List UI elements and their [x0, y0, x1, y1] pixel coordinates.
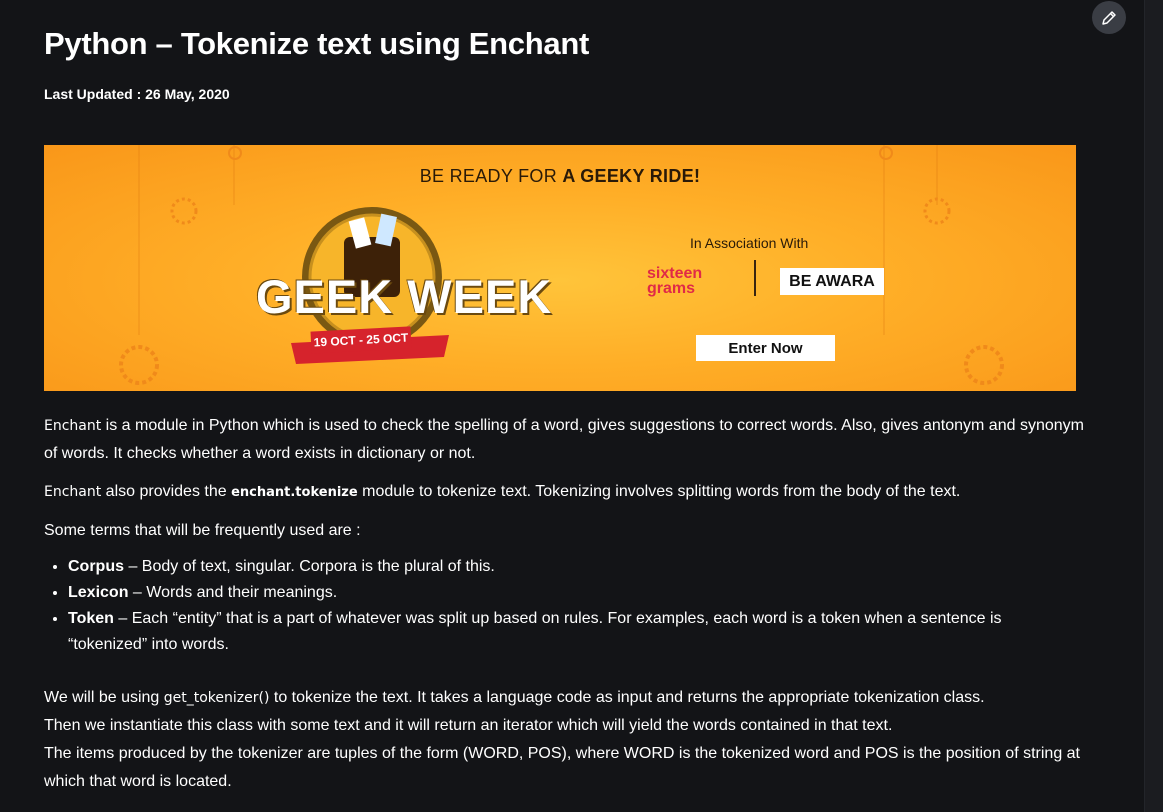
inline-code-enchant: Enchant [44, 418, 102, 434]
paragraph-terms-intro: Some terms that will be frequently used … [44, 522, 361, 539]
term: Lexicon [68, 584, 129, 601]
geek-week-banner[interactable]: BE READY FOR A GEEKY RIDE! GEEK WEEK 19 … [44, 145, 1076, 391]
term-definition: – Body of text, singular. Corpora is the… [124, 558, 495, 575]
edit-button[interactable] [1092, 1, 1126, 34]
article-title: Python – Tokenize text using Enchant [44, 26, 589, 61]
paragraph-text: to tokenize the text. It takes a languag… [269, 689, 985, 706]
inline-code-enchant: Enchant [44, 484, 102, 500]
inline-code-get-tokenizer: get_tokenizer() [163, 690, 270, 706]
term: Token [68, 610, 114, 627]
paragraph-text: module to tokenize text. Tokenizing invo… [357, 483, 961, 500]
paragraph-text: The items produced by the tokenizer are … [44, 745, 1080, 790]
scrollbar[interactable] [1144, 0, 1163, 812]
paragraph-get-tokenizer: We will be using get_tokenizer() to toke… [44, 684, 1084, 796]
paragraph-text: is a module in Python which is used to c… [44, 417, 1084, 462]
tagline-bold: A GEEKY RIDE! [562, 166, 701, 186]
geek-week-title: GEEK WEEK [256, 270, 553, 323]
list-item: Token – Each “entity” that is a part of … [68, 606, 1084, 658]
paragraph-tokenize-module: Enchant also provides the enchant.tokeni… [44, 478, 1084, 507]
association-label: In Association With [690, 235, 809, 251]
last-updated: Last Updated : 26 May, 2020 [44, 86, 230, 102]
list-item: Lexicon – Words and their meanings. [68, 580, 1084, 606]
tagline-normal: BE READY FOR [419, 166, 563, 186]
pencil-icon [1102, 10, 1116, 25]
term: Corpus [68, 558, 124, 575]
sponsor-sixteen-grams-logo: sixteen grams [647, 265, 703, 297]
term-definition: – Each “entity” that is a part of whatev… [68, 610, 1002, 653]
enter-now-button[interactable]: Enter Now [696, 335, 835, 361]
sponsor-divider [754, 260, 756, 296]
paragraph-text: also provides the [101, 483, 232, 500]
article-body: Enchant is a module in Python which is u… [44, 412, 1084, 796]
paragraph-text: Then we instantiate this class with some… [44, 717, 893, 734]
paragraph-text: We will be using [44, 689, 164, 706]
term-definition: – Words and their meanings. [128, 584, 338, 601]
banner-tagline: BE READY FOR A GEEKY RIDE! [44, 166, 1076, 187]
paragraph-intro: Enchant is a module in Python which is u… [44, 412, 1084, 468]
sponsor-be-awara-logo: BE AWARA [780, 268, 884, 295]
inline-code-enchant-tokenize: enchant.tokenize [231, 485, 358, 500]
terms-list: Corpus – Body of text, singular. Corpora… [44, 554, 1084, 658]
list-item: Corpus – Body of text, singular. Corpora… [68, 554, 1084, 580]
